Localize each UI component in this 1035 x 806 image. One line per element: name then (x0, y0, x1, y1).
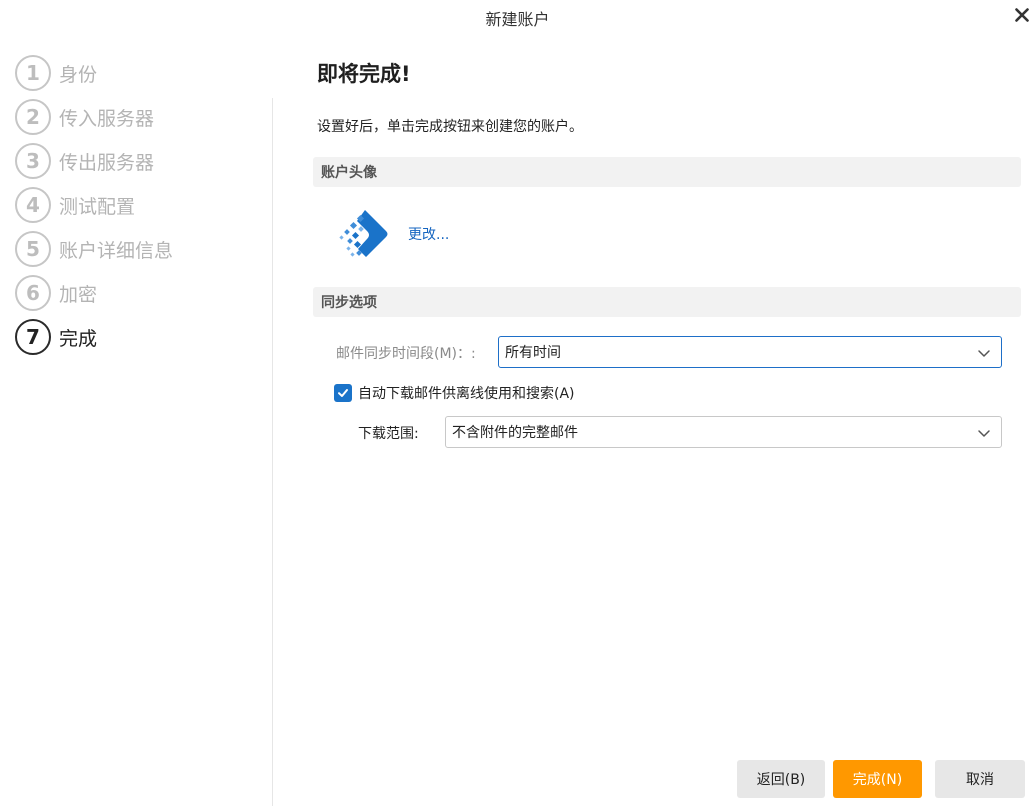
sync-section-header: 同步选项 (313, 287, 1021, 317)
step-number: 7 (15, 319, 51, 355)
chevron-down-icon (978, 350, 990, 357)
checkmark-icon (338, 389, 348, 397)
download-scope-select[interactable]: 不含附件的完整邮件 (445, 416, 1002, 448)
title-bar: 新建账户 (0, 0, 1035, 36)
finish-button[interactable]: 完成(N) (833, 760, 922, 798)
step-finish: 7 完成 (15, 319, 97, 355)
download-scope-value: 不含附件的完整邮件 (452, 425, 578, 441)
page-title: 即将完成! (317, 62, 411, 86)
cancel-button[interactable]: 取消 (935, 760, 1025, 798)
step-number: 4 (15, 187, 51, 223)
sync-period-select[interactable]: 所有时间 (498, 336, 1002, 368)
step-label: 传入服务器 (59, 107, 155, 130)
new-account-dialog: 新建账户 1 身份 2 传入服务器 3 传出服务器 4 测试配置 5 账户详细信… (0, 0, 1035, 806)
step-outgoing-server: 3 传出服务器 (15, 143, 154, 179)
step-number: 2 (15, 99, 51, 135)
offline-download-checkbox[interactable] (334, 384, 352, 402)
step-number: 6 (15, 275, 51, 311)
step-label: 传出服务器 (59, 151, 155, 174)
back-button[interactable]: 返回(B) (737, 760, 825, 798)
offline-download-label[interactable]: 自动下载邮件供离线使用和搜索(A) (358, 383, 575, 403)
step-account-details: 5 账户详细信息 (15, 231, 173, 267)
sync-period-value: 所有时间 (505, 345, 561, 361)
account-avatar-icon (339, 210, 388, 257)
step-label: 完成 (59, 327, 98, 350)
download-scope-label: 下载范围: (358, 426, 419, 442)
close-button[interactable] (1010, 2, 1034, 28)
step-label: 账户详细信息 (59, 239, 174, 262)
chevron-down-icon (978, 430, 990, 437)
step-number: 1 (15, 55, 51, 91)
close-icon (1015, 8, 1029, 22)
step-number: 5 (15, 231, 51, 267)
section-title: 账户头像 (321, 165, 377, 181)
page-description: 设置好后，单击完成按钮来创建您的账户。 (317, 119, 583, 135)
sync-period-label: 邮件同步时间段(M)：: (336, 346, 476, 362)
step-label: 身份 (59, 63, 98, 86)
step-number: 3 (15, 143, 51, 179)
change-avatar-link[interactable]: 更改... (408, 224, 449, 244)
step-encryption: 6 加密 (15, 275, 97, 311)
sidebar-divider (272, 98, 273, 806)
steps-sidebar: 1 身份 2 传入服务器 3 传出服务器 4 测试配置 5 账户详细信息 6 加… (0, 52, 272, 806)
step-label: 加密 (59, 283, 98, 306)
step-test-config: 4 测试配置 (15, 187, 135, 223)
avatar-section-header: 账户头像 (313, 157, 1021, 187)
step-identity: 1 身份 (15, 55, 97, 91)
section-title: 同步选项 (321, 295, 377, 311)
window-title: 新建账户 (485, 10, 550, 29)
step-incoming-server: 2 传入服务器 (15, 99, 154, 135)
step-label: 测试配置 (59, 195, 136, 218)
